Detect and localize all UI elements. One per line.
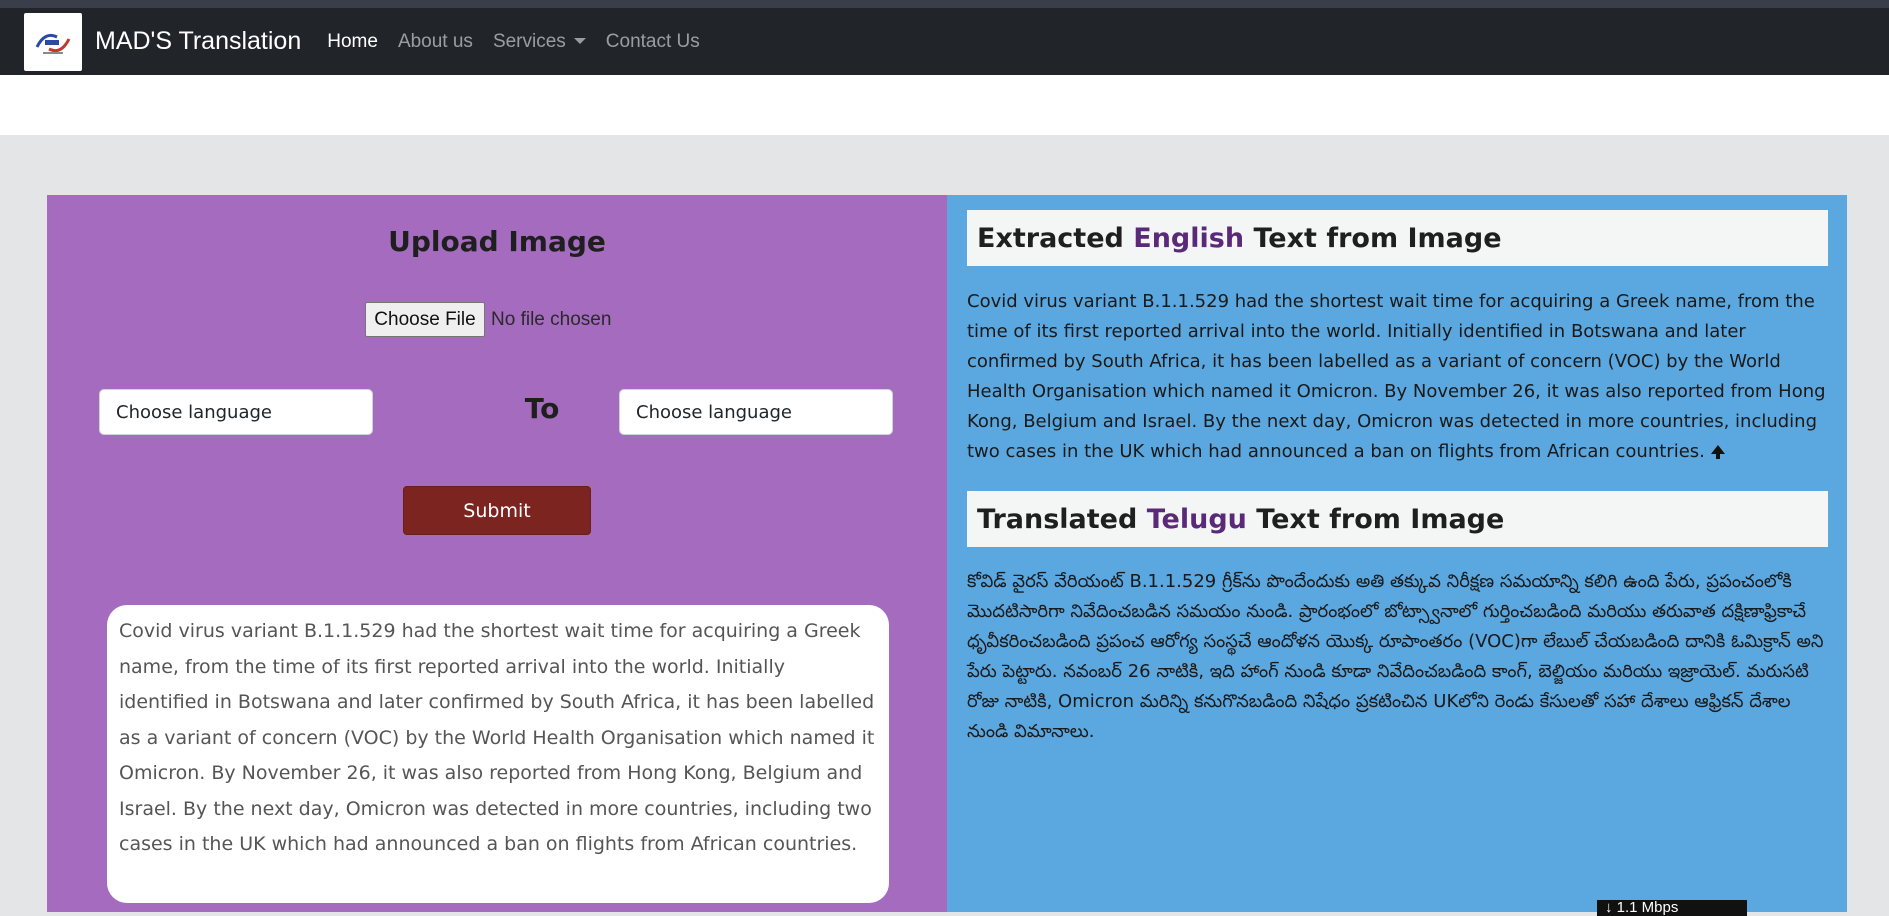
nav-about-us[interactable]: About us xyxy=(398,31,473,53)
arrow-up-icon[interactable] xyxy=(1710,444,1725,459)
nav-home[interactable]: Home xyxy=(327,31,378,53)
extracted-heading-suffix: Text from Image xyxy=(1244,222,1502,254)
choose-file-button[interactable]: Choose File xyxy=(365,302,485,337)
header-spacer xyxy=(0,75,1889,135)
extracted-english-text: Covid virus variant B.1.1.529 had the sh… xyxy=(967,287,1833,467)
upload-panel: Upload Image Choose File No file chosen … xyxy=(47,195,947,912)
brand-name[interactable]: MAD'S Translation xyxy=(95,27,301,56)
file-status: No file chosen xyxy=(491,308,612,330)
caret-down-icon xyxy=(573,38,586,45)
extracted-heading: Extracted English Text from Image xyxy=(967,210,1828,266)
navbar: MAD'S Translation Home About us Services… xyxy=(0,8,1889,75)
submit-button[interactable]: Submit xyxy=(403,486,591,535)
nav-services-dropdown[interactable]: Services xyxy=(493,31,586,53)
translated-heading: Translated Telugu Text from Image xyxy=(967,491,1828,547)
nav-contact-us[interactable]: Contact Us xyxy=(606,31,700,53)
results-panel: Extracted English Text from Image Covid … xyxy=(947,195,1847,916)
extracted-language: English xyxy=(1133,222,1245,254)
brand-logo[interactable] xyxy=(24,12,82,71)
extracted-heading-prefix: Extracted xyxy=(977,222,1134,254)
extracted-text-preview: Covid virus variant B.1.1.529 had the sh… xyxy=(107,605,889,903)
network-speed-badge: ↓ 1.1 Mbps xyxy=(1597,900,1747,916)
upload-title: Upload Image xyxy=(388,225,606,258)
translated-language: Telugu xyxy=(1146,503,1247,535)
window-top-strip xyxy=(0,0,1889,8)
source-language-select[interactable]: Choose language xyxy=(99,389,373,435)
file-input: Choose File No file chosen xyxy=(365,302,611,337)
translated-heading-suffix: Text from Image xyxy=(1246,503,1505,535)
extracted-english-body: Covid virus variant B.1.1.529 had the sh… xyxy=(967,291,1826,462)
translated-heading-prefix: Translated xyxy=(977,503,1147,535)
translated-telugu-text: కోవిడ్ వైరస్ వేరియంట్ B.1.1.529 గ్రీక్‌న… xyxy=(967,571,1824,742)
to-label: To xyxy=(524,392,560,425)
target-language-select[interactable]: Choose language xyxy=(619,389,893,435)
logo-icon xyxy=(35,33,71,54)
nav-services-label: Services xyxy=(492,30,566,52)
